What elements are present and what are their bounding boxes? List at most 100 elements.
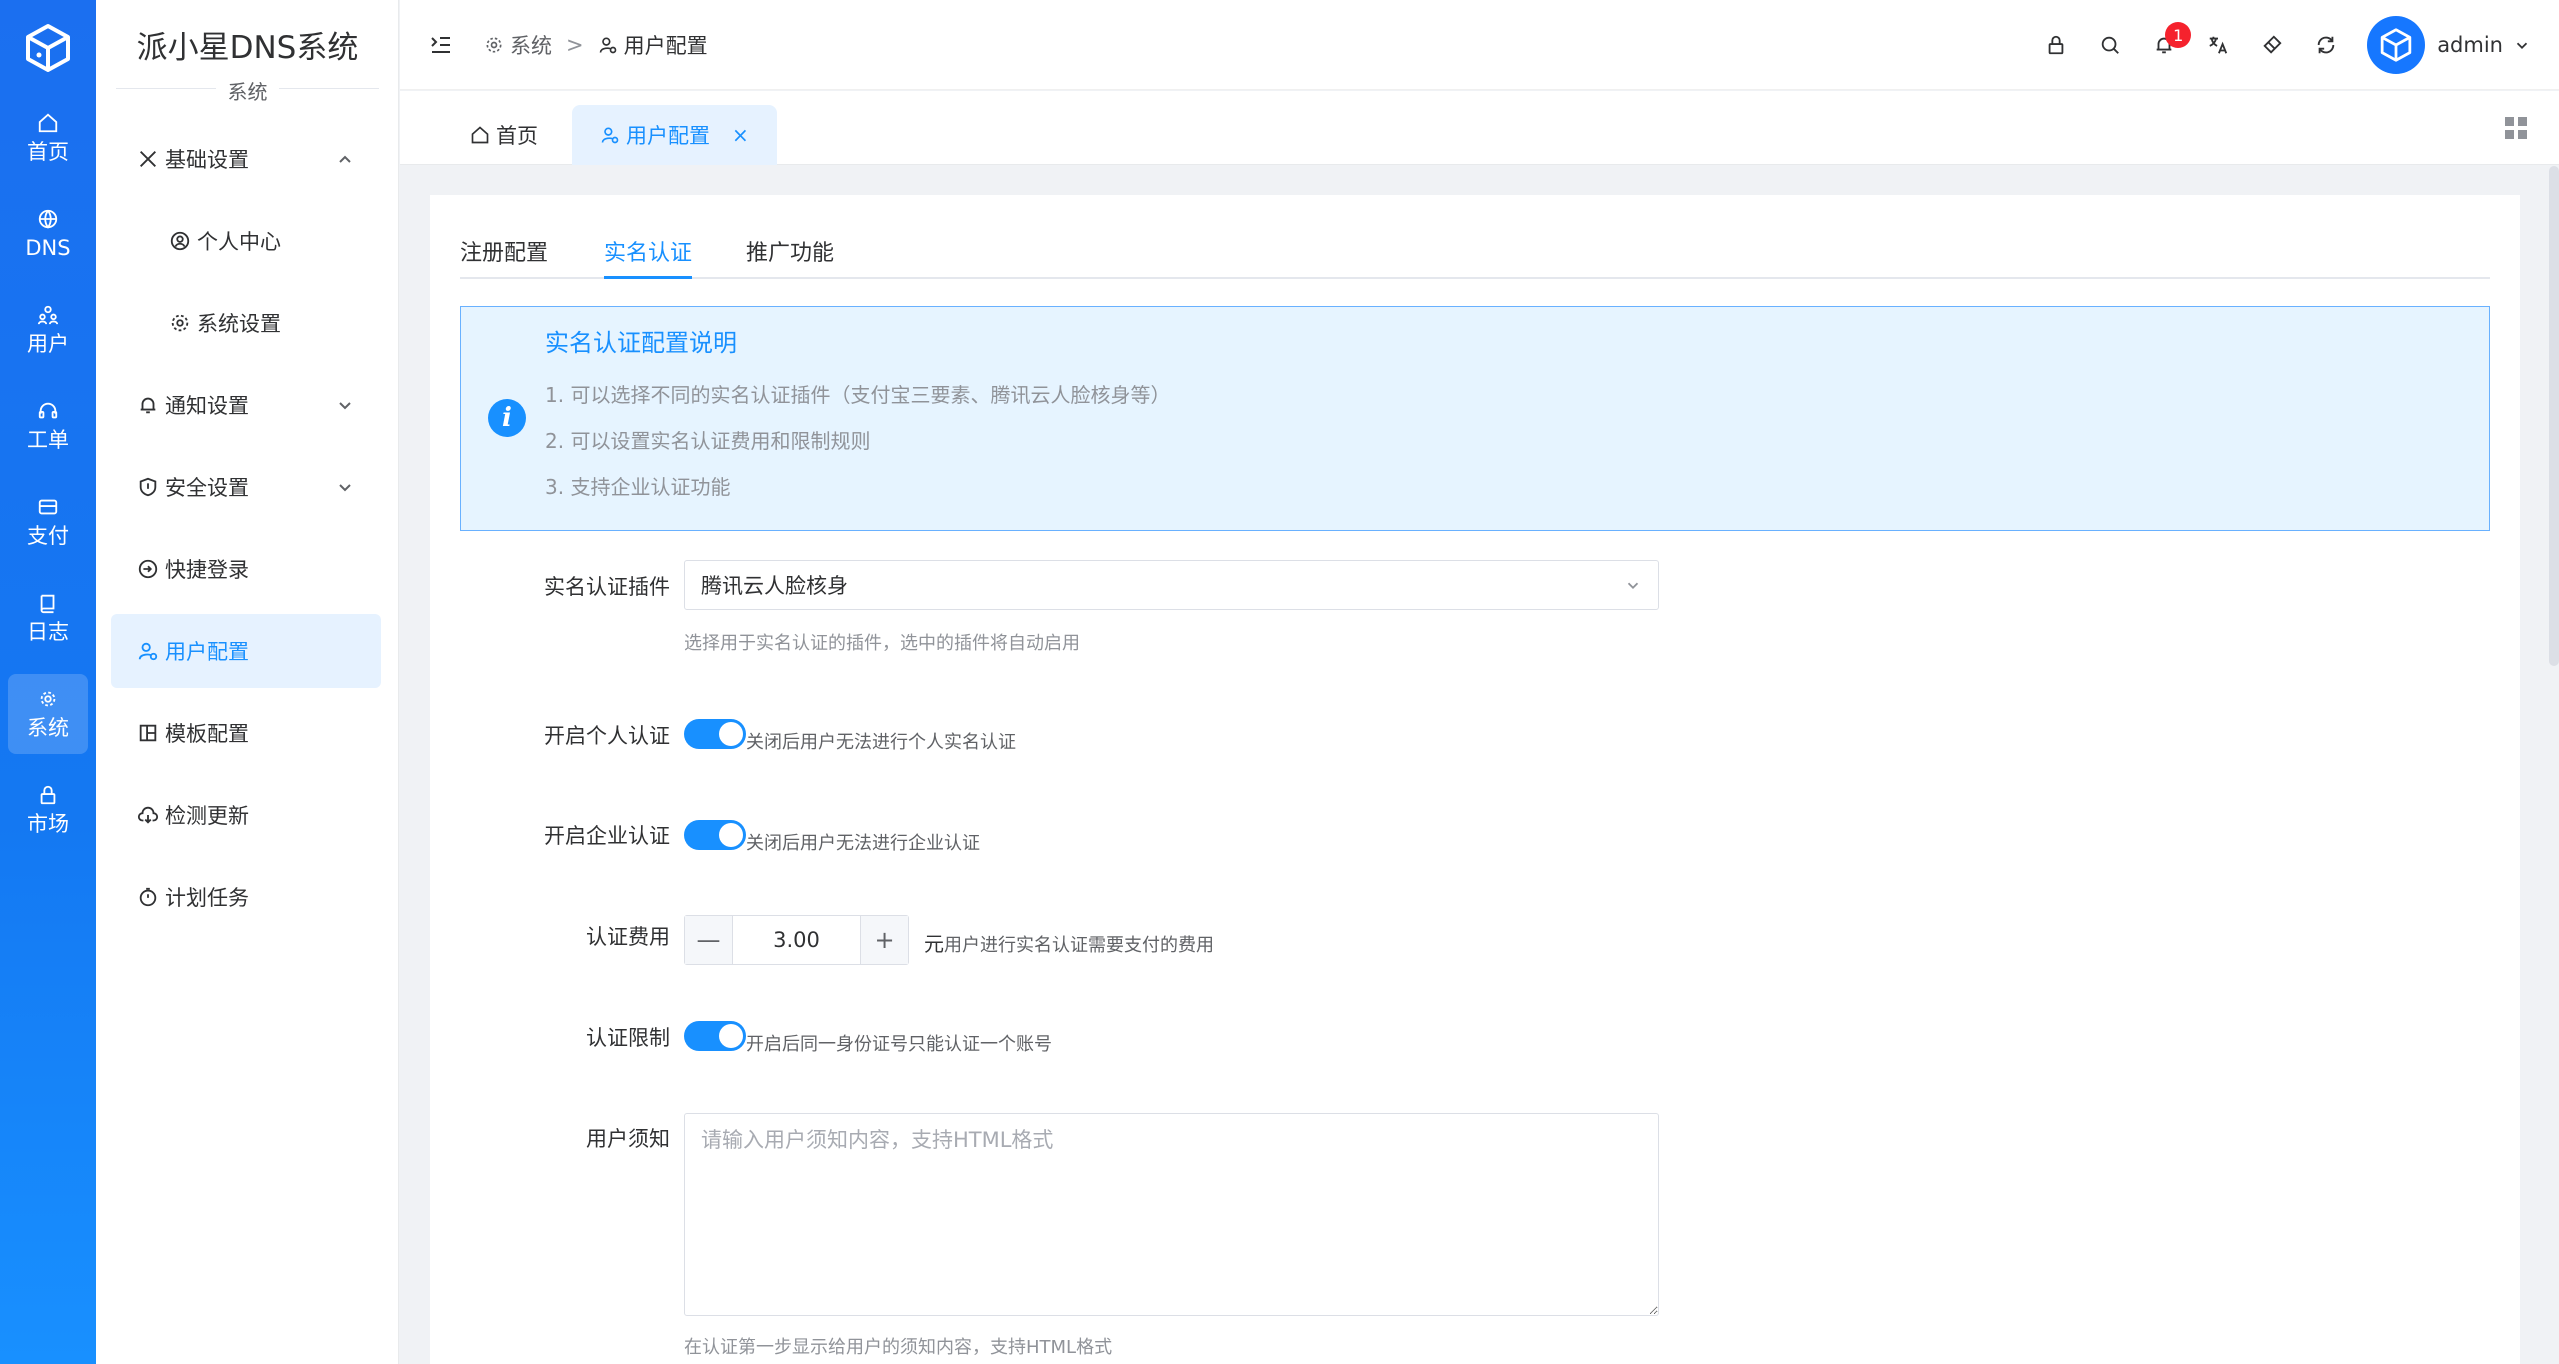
rail-label: 支付 xyxy=(27,524,69,548)
rail-label: 系统 xyxy=(27,716,69,740)
logo-icon xyxy=(26,24,70,72)
sidebar: 派小星DNS系统 系统 基础设置 个人中心 系统设置 通知设置 安全设置 快捷登… xyxy=(96,0,399,1364)
refresh-icon xyxy=(2317,36,2335,54)
sidebar-item-label: 用户配置 xyxy=(165,640,249,664)
breadcrumb: 系统 > 用户配置 xyxy=(484,30,708,60)
rail-label: 工单 xyxy=(27,428,69,452)
personal-auth-toggle[interactable] xyxy=(684,719,746,749)
login-icon xyxy=(137,558,159,580)
sidebar-item-label: 安全设置 xyxy=(165,476,249,500)
chevron-down-icon[interactable] xyxy=(2513,36,2531,54)
user-config-icon xyxy=(137,640,159,662)
scrollbar[interactable] xyxy=(2549,166,2559,666)
tab-real-name-auth[interactable]: 实名认证 xyxy=(604,235,693,279)
rail-item-home[interactable]: 首页 xyxy=(8,98,88,178)
breadcrumb-root[interactable]: 系统 xyxy=(510,30,552,60)
users-icon xyxy=(37,305,59,325)
sidebar-item-security-settings[interactable]: 安全设置 xyxy=(111,450,381,524)
decrement-button[interactable]: — xyxy=(685,916,733,964)
sidebar-item-label: 基础设置 xyxy=(165,148,249,172)
gear-icon xyxy=(169,312,191,334)
sidebar-item-user-config[interactable]: 用户配置 xyxy=(111,614,381,688)
fee-stepper: — + xyxy=(684,915,909,965)
language-button[interactable] xyxy=(2191,18,2245,72)
sidebar-item-system-settings[interactable]: 系统设置 xyxy=(111,286,381,360)
username[interactable]: admin xyxy=(2437,33,2503,57)
sidebar-item-template-config[interactable]: 模板配置 xyxy=(111,696,381,770)
breadcrumb-current: 用户配置 xyxy=(623,34,708,58)
grid-icon[interactable] xyxy=(2503,115,2529,141)
sidebar-item-quick-login[interactable]: 快捷登录 xyxy=(111,532,381,606)
rail-item-users[interactable]: 用户 xyxy=(8,290,88,370)
fee-input[interactable] xyxy=(733,916,860,964)
sidebar-item-scheduled-tasks[interactable]: 计划任务 xyxy=(111,860,381,934)
collapse-menu-icon[interactable] xyxy=(428,32,454,58)
cloud-download-icon xyxy=(137,804,159,826)
rail-item-market[interactable]: 市场 xyxy=(8,770,88,850)
toggle-knob xyxy=(719,722,743,746)
wallet-icon xyxy=(38,499,58,515)
user-config-icon xyxy=(599,37,616,54)
sidebar-item-label: 快捷登录 xyxy=(165,558,249,582)
rail-label: 市场 xyxy=(27,812,69,836)
subtabs: 注册配置 实名认证 推广功能 xyxy=(460,235,2490,279)
user-circle-icon xyxy=(169,230,191,252)
refresh-button[interactable] xyxy=(2299,18,2353,72)
info-icon: i xyxy=(488,399,526,437)
notice-label: 用户须知 xyxy=(586,1127,670,1151)
rail-item-dns[interactable]: DNS xyxy=(8,194,88,274)
alert-line: 3. 支持企业认证功能 xyxy=(545,475,731,499)
lock-icon xyxy=(2048,35,2064,55)
tab-label: 首页 xyxy=(496,124,538,148)
personal-auth-hint: 关闭后用户无法进行个人实名认证 xyxy=(746,732,1016,753)
plugin-select[interactable]: 腾讯云人脸核身 xyxy=(684,560,1659,610)
toggle-knob xyxy=(719,1024,743,1048)
brush-icon xyxy=(2263,35,2282,54)
rail-label: DNS xyxy=(25,236,71,260)
search-button[interactable] xyxy=(2083,18,2137,72)
rail-item-logs[interactable]: 日志 xyxy=(8,578,88,658)
sidebar-item-check-update[interactable]: 检测更新 xyxy=(111,778,381,852)
search-icon xyxy=(2101,36,2120,54)
close-icon[interactable]: × xyxy=(732,123,749,147)
increment-button[interactable]: + xyxy=(860,916,908,964)
notice-hint: 在认证第一步显示给用户的须知内容，支持HTML格式 xyxy=(684,1337,1113,1358)
lock-screen-button[interactable] xyxy=(2029,18,2083,72)
notification-badge: 1 xyxy=(2165,22,2192,48)
rail-item-tickets[interactable]: 工单 xyxy=(8,386,88,466)
tab-promotion[interactable]: 推广功能 xyxy=(746,235,834,279)
notice-textarea[interactable] xyxy=(684,1113,1659,1316)
sidebar-item-label: 模板配置 xyxy=(165,722,249,746)
rail-label: 首页 xyxy=(27,140,69,164)
rail-item-system[interactable]: 系统 xyxy=(8,674,88,754)
enterprise-auth-hint: 关闭后用户无法进行企业认证 xyxy=(746,833,980,854)
tab-label: 用户配置 xyxy=(626,124,710,148)
tab-home[interactable]: 首页 xyxy=(442,105,566,165)
headset-icon xyxy=(38,402,58,419)
chevron-up-icon xyxy=(339,155,351,163)
rail-item-payment[interactable]: 支付 xyxy=(8,482,88,562)
icon-rail: 首页 DNS 用户 工单 支付 日志 系统 市场 xyxy=(0,0,96,1364)
avatar[interactable] xyxy=(2367,16,2426,74)
sidebar-item-basic-settings[interactable]: 基础设置 xyxy=(111,122,381,196)
chevron-down-icon xyxy=(1627,582,1639,589)
globe-icon xyxy=(38,209,58,229)
tools-icon xyxy=(137,148,159,170)
tab-register-config[interactable]: 注册配置 xyxy=(460,235,548,279)
enterprise-auth-toggle[interactable] xyxy=(684,820,746,850)
tab-bar: 首页 用户配置 × xyxy=(400,91,2559,165)
theme-button[interactable] xyxy=(2245,18,2299,72)
enterprise-auth-label: 开启企业认证 xyxy=(544,824,670,848)
sidebar-item-notification-settings[interactable]: 通知设置 xyxy=(111,368,381,442)
plugin-select-value: 腾讯云人脸核身 xyxy=(701,574,848,598)
alert-line: 1. 可以选择不同的实名认证插件（支付宝三要素、腾讯云人脸核身等） xyxy=(545,383,1171,407)
sidebar-item-label: 通知设置 xyxy=(165,394,249,418)
limit-toggle[interactable] xyxy=(684,1021,746,1051)
tab-user-config[interactable]: 用户配置 × xyxy=(572,105,777,165)
notification-button[interactable]: 1 xyxy=(2137,18,2192,72)
plugin-label: 实名认证插件 xyxy=(544,575,670,599)
home-icon xyxy=(471,126,489,144)
alert-title: 实名认证配置说明 xyxy=(545,329,737,357)
top-header: 系统 > 用户配置 1 admin xyxy=(400,0,2559,90)
sidebar-item-personal-center[interactable]: 个人中心 xyxy=(111,204,381,278)
